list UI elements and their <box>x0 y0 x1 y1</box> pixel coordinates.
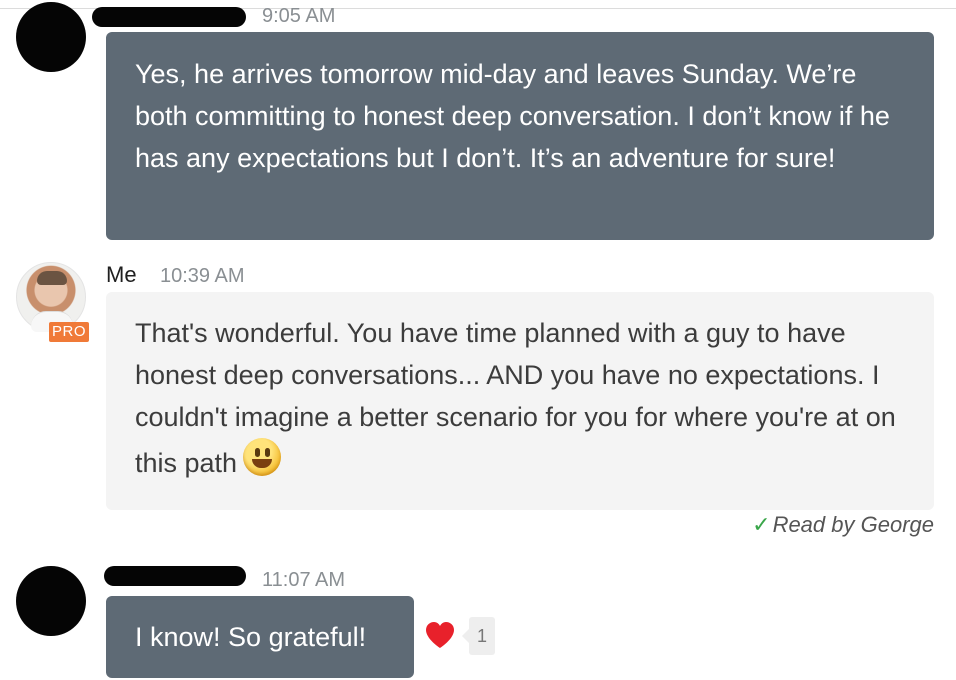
message-timestamp: 11:07 AM <box>262 569 346 591</box>
heart-icon[interactable] <box>424 620 456 650</box>
message-timestamp: 9:05 AM <box>262 5 336 27</box>
avatar-redacted[interactable] <box>16 566 86 636</box>
pro-badge: PRO <box>49 322 89 342</box>
sender-name-redacted <box>92 7 246 27</box>
message-timestamp: 10:39 AM <box>160 265 245 287</box>
avatar-redacted[interactable] <box>16 2 86 72</box>
read-receipt: ✓Read by George <box>752 512 934 538</box>
smiley-emoji-icon <box>243 438 282 476</box>
read-receipt-text: Read by George <box>772 512 934 537</box>
message-text: Yes, he arrives tomorrow mid-day and lea… <box>135 59 890 173</box>
message-bubble-incoming: I know! So grateful! <box>106 596 414 678</box>
reaction-count[interactable]: 1 <box>462 617 495 655</box>
avatar-hair <box>37 271 67 285</box>
message-bubble-incoming: Yes, he arrives tomorrow mid-day and lea… <box>106 32 934 240</box>
message-text: I know! So grateful! <box>135 622 367 652</box>
sender-name[interactable]: Me <box>106 262 137 288</box>
sender-name-redacted <box>104 566 246 586</box>
message-bubble-outgoing: That's wonderful. You have time planned … <box>106 292 934 510</box>
check-icon: ✓ <box>752 512 771 537</box>
